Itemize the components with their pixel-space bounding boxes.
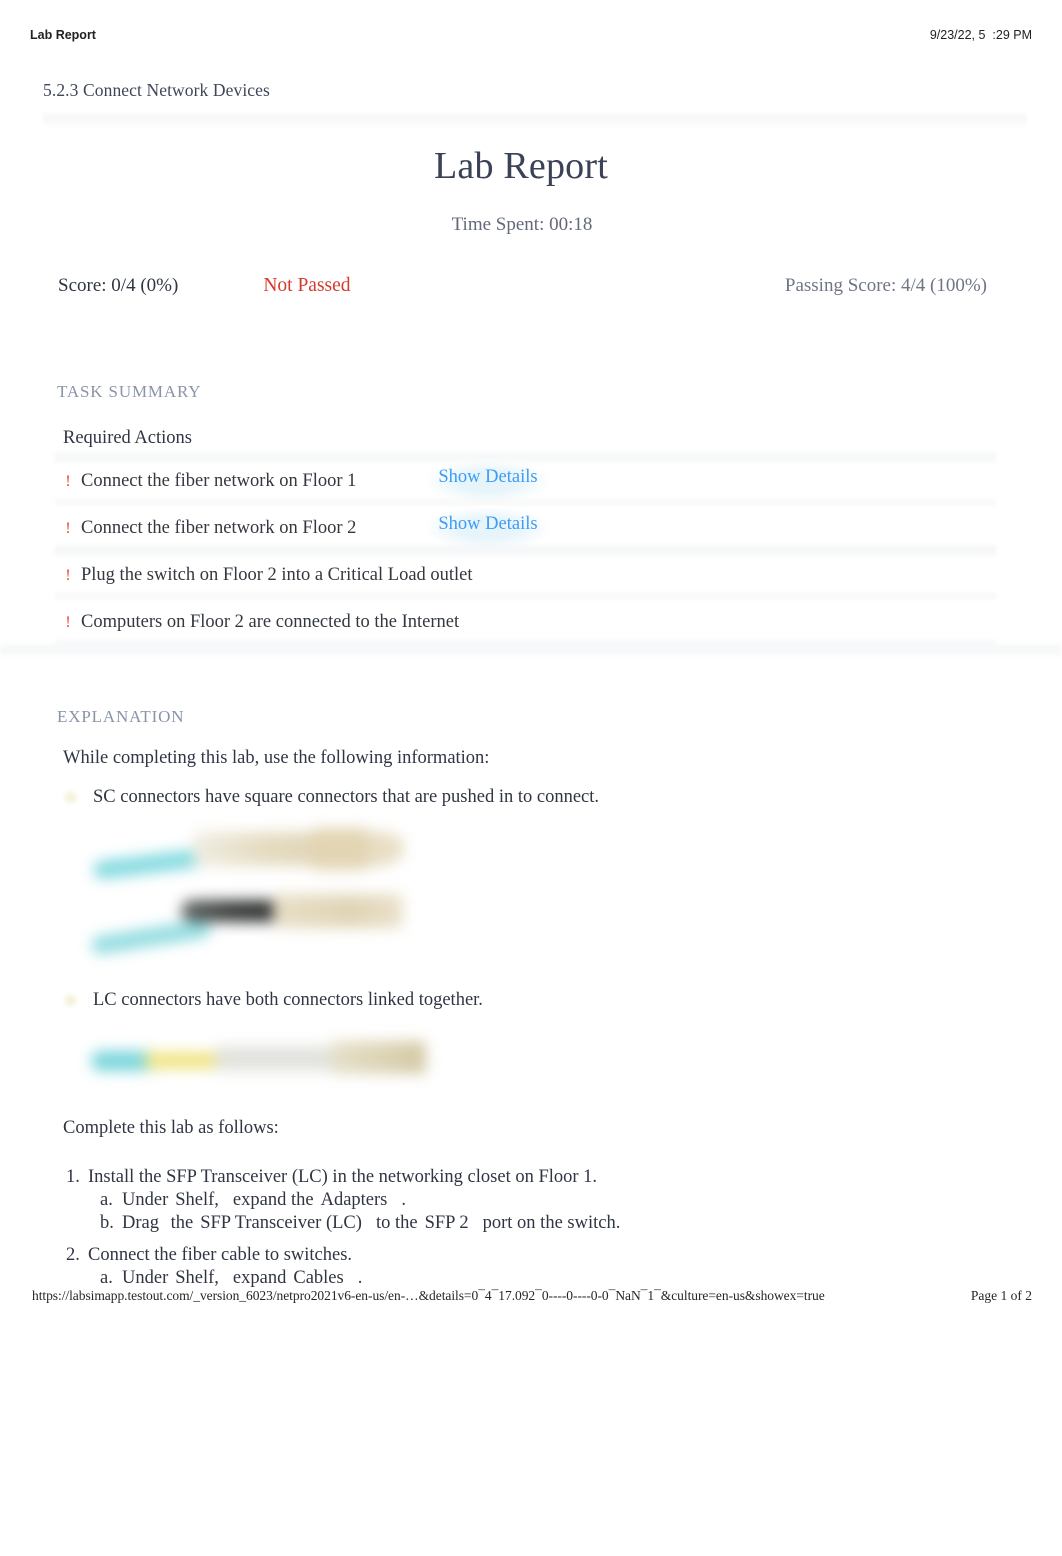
actions-bottom-band (0, 644, 1062, 655)
show-details-link[interactable]: Show Details (428, 508, 548, 549)
exclamation-icon: ! (65, 613, 71, 631)
lab-steps-list: 1. Install the SFP Transceiver (LC) in th… (66, 1167, 1062, 1289)
step-keyword: SFP 2 (424, 1213, 469, 1233)
page-title: Lab Report (433, 145, 608, 187)
step-number: 1. (66, 1167, 80, 1187)
photo-connector-body (273, 894, 403, 928)
bullet-dot-icon (63, 993, 78, 1008)
score-value: Score: 0/4 (0%) (58, 275, 179, 296)
step-text: expand the (232, 1190, 314, 1210)
exclamation-icon: ! (65, 472, 71, 490)
step-keyword: Shelf, (175, 1268, 219, 1288)
lc-connector-photo (83, 1029, 488, 1094)
substep-item: a. Under Shelf, expand Cables. (100, 1268, 1062, 1289)
step-keyword: Cables (293, 1268, 344, 1288)
required-action-text: Connect the fiber network on Floor 2 (81, 518, 357, 538)
bullet-dot-icon (63, 790, 78, 805)
step-text: Under (122, 1190, 169, 1210)
time-spent-label: Time Spent: 00:18 (451, 214, 593, 235)
explanation-bullet-sc: SC connectors have square connectors tha… (63, 787, 1062, 808)
step-text: Install the SFP Transceiver (LC) in the … (88, 1167, 598, 1187)
photo-connector-tip-end (371, 836, 403, 860)
row-divider (55, 592, 996, 599)
required-action-row: ! Plug the switch on Floor 2 into a Criti… (55, 552, 996, 599)
required-action-row: ! Connect the fiber network on Floor 1 Sho… (55, 458, 996, 505)
step-keyword: Adapters (320, 1190, 388, 1210)
photo-gray-segment (215, 1045, 340, 1072)
required-actions-list: ! Connect the fiber network on Floor 1 Sho… (55, 458, 996, 646)
complete-lab-label: Complete this lab as follows: (63, 1118, 279, 1138)
step-body: Install the SFP Transceiver (LC) in the … (88, 1167, 597, 1188)
report-page: 5.2.3 Connect Network Devices Lab Report… (0, 80, 1062, 1289)
show-details-link[interactable]: Show Details (428, 461, 548, 502)
explanation-intro: While completing this lab, use the follo… (63, 748, 490, 768)
step-text: port on the switch. (482, 1213, 621, 1233)
explanation-bullet-lc: LC connectors have both connectors linke… (63, 990, 1062, 1011)
photo-dark-segment (181, 900, 286, 922)
step-text: to the (375, 1213, 418, 1233)
required-action-text: Connect the fiber network on Floor 1 (81, 471, 357, 491)
step-keyword: Shelf, (175, 1190, 219, 1210)
footer-page-number: Page 1 of 2 (970, 1288, 1032, 1303)
task-summary-heading: TASK SUMMARY (57, 382, 202, 401)
step-item: 1. Install the SFP Transceiver (LC) in th… (66, 1167, 1062, 1188)
required-action-text: Computers on Floor 2 are connected to th… (81, 612, 460, 632)
substep-item: b. Drag the SFP Transceiver (LC) to the SFP … (100, 1213, 1062, 1234)
breadcrumb: 5.2.3 Connect Network Devices (43, 80, 270, 100)
print-footer: https://labsimapp.testout.com/_version_6… (32, 1288, 1032, 1304)
status-badge: Not Passed (263, 275, 351, 296)
step-gap (66, 1234, 1062, 1243)
photo-cable-segment (90, 918, 212, 956)
photo-yellow-segment (145, 1052, 223, 1069)
score-row: Score: 0/4 (0%) Not Passed Passing Score… (58, 275, 987, 297)
exclamation-icon: ! (65, 519, 71, 537)
step-number: 2. (66, 1245, 80, 1265)
photo-connector-tip (311, 828, 369, 870)
sc-connector-photo (83, 822, 433, 972)
step-body: Connect the fiber cable to switches. (88, 1245, 352, 1266)
passing-score-value: Passing Score: 4/4 (100%) (784, 275, 987, 296)
substep-item: a. Under Shelf, expand the Adapters. (100, 1190, 1062, 1211)
substep-number: a. (100, 1268, 113, 1288)
step-text: Drag (122, 1213, 164, 1233)
step-keyword: SFP Transceiver (LC) (200, 1213, 362, 1233)
required-action-row: ! Computers on Floor 2 are connected to t… (55, 599, 996, 646)
exclamation-icon: ! (65, 566, 71, 584)
print-header-title: Lab Report (30, 28, 96, 42)
step-text: expand (232, 1268, 287, 1288)
header-divider-band (43, 112, 1027, 126)
substep-body: Drag the SFP Transceiver (LC) to the SFP 2 p… (122, 1213, 620, 1234)
explanation-bullet-sc-text: SC connectors have square connectors tha… (93, 787, 600, 807)
step-text: Connect the fiber cable to switches. (88, 1245, 353, 1265)
substep-number: b. (100, 1213, 114, 1233)
step-text: . (357, 1268, 363, 1288)
step-text: the (170, 1213, 194, 1233)
step-text: . (401, 1190, 406, 1210)
explanation-bullet-lc-text: LC connectors have both connectors linke… (93, 990, 483, 1010)
print-header: Lab Report 9/23/22, 5 :29 PM (30, 28, 1032, 42)
photo-connector-body (331, 1041, 426, 1074)
print-header-timestamp: 9/23/22, 5 :29 PM (929, 28, 1032, 42)
step-text: Under (122, 1268, 169, 1288)
explanation-heading: EXPLANATION (57, 707, 185, 726)
footer-url: https://labsimapp.testout.com/_version_6… (32, 1288, 825, 1303)
step-item: 2. Connect the fiber cable to switches. (66, 1245, 1062, 1266)
substep-body: Under Shelf, expand Cables. (122, 1268, 362, 1289)
substep-number: a. (100, 1190, 113, 1210)
required-action-row: ! Connect the fiber network on Floor 2 Sho… (55, 505, 996, 552)
required-actions-label: Required Actions (63, 428, 192, 448)
required-action-text: Plug the switch on Floor 2 into a Critic… (81, 565, 473, 585)
substep-body: Under Shelf, expand the Adapters. (122, 1190, 406, 1211)
